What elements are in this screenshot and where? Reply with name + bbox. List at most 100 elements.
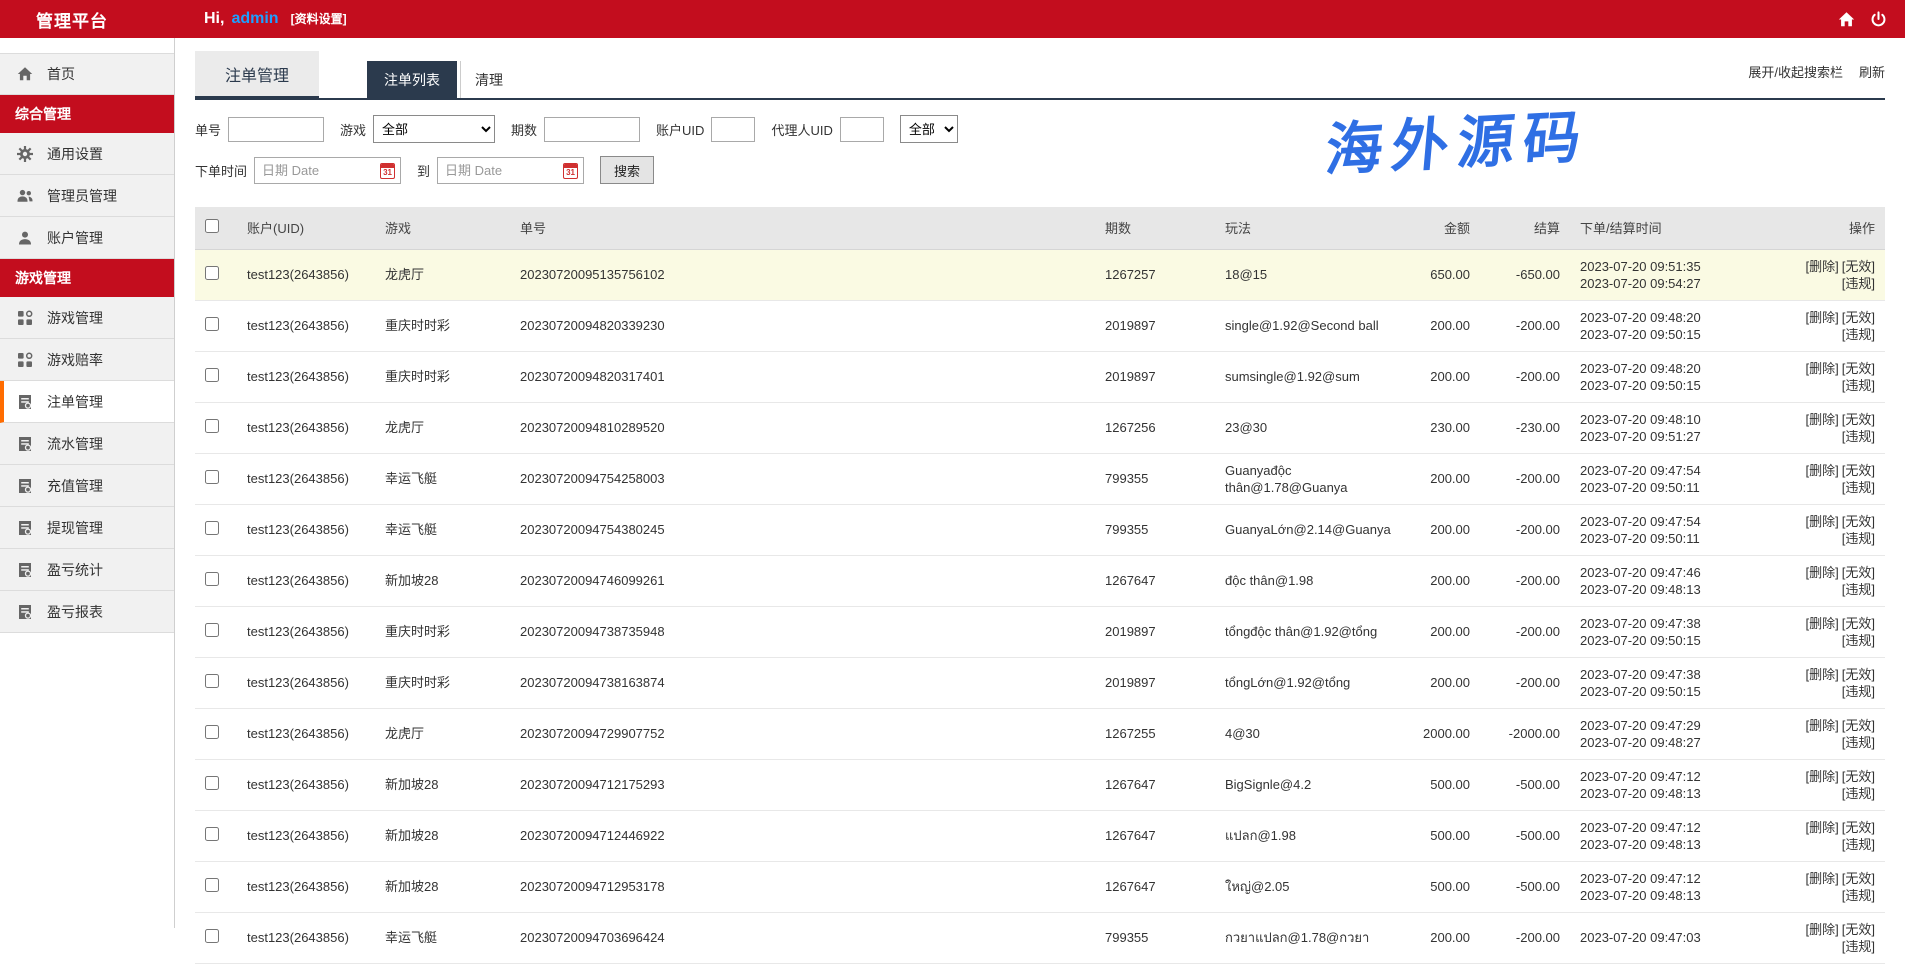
table-row: test123(2643856)龙虎厅202307200947299077521… [195, 708, 1885, 759]
row-checkbox[interactable] [205, 674, 219, 688]
row-checkbox[interactable] [205, 419, 219, 433]
sidebar-item[interactable]: 游戏赔率 [0, 339, 174, 381]
violation-link[interactable]: [违规] [1842, 582, 1875, 597]
tab-order-list[interactable]: 注单列表 [367, 61, 457, 98]
toggle-search-link[interactable]: 展开/收起搜索栏 [1748, 62, 1843, 81]
account-cell: test123(2643856) [237, 861, 375, 912]
calendar-icon[interactable]: 31 [563, 163, 578, 179]
period-cell: 1267647 [1095, 759, 1215, 810]
sidebar-item[interactable]: 充值管理 [0, 465, 174, 507]
row-checkbox[interactable] [205, 470, 219, 484]
violation-link[interactable]: [违规] [1842, 786, 1875, 801]
invalid-link[interactable]: [无效] [1842, 718, 1875, 733]
delete-link[interactable]: [删除] [1806, 361, 1839, 376]
invalid-link[interactable]: [无效] [1842, 412, 1875, 427]
home-icon[interactable] [1838, 11, 1855, 28]
delete-link[interactable]: [删除] [1806, 616, 1839, 631]
invalid-link[interactable]: [无效] [1842, 310, 1875, 325]
delete-link[interactable]: [删除] [1806, 871, 1839, 886]
profile-settings-link[interactable]: [资料设置] [291, 10, 347, 27]
search-button[interactable]: 搜索 [600, 156, 654, 184]
order-no-input[interactable] [228, 117, 324, 142]
select-all-checkbox[interactable] [205, 219, 219, 233]
row-checkbox[interactable] [205, 776, 219, 790]
invalid-link[interactable]: [无效] [1842, 616, 1875, 631]
date-from-input[interactable] [254, 157, 401, 184]
violation-link[interactable]: [违规] [1842, 684, 1875, 699]
delete-link[interactable]: [删除] [1806, 310, 1839, 325]
actions-cell: [删除][无效] [违规] [1760, 861, 1885, 912]
violation-link[interactable]: [违规] [1842, 378, 1875, 393]
delete-link[interactable]: [删除] [1806, 820, 1839, 835]
delete-link[interactable]: [删除] [1806, 667, 1839, 682]
sidebar-section-header[interactable]: 游戏管理 [0, 259, 174, 297]
row-checkbox[interactable] [205, 317, 219, 331]
sidebar-section-header[interactable]: 综合管理 [0, 95, 174, 133]
violation-link[interactable]: [违规] [1842, 429, 1875, 444]
sidebar-item[interactable]: 游戏管理 [0, 297, 174, 339]
row-checkbox[interactable] [205, 623, 219, 637]
users-icon [17, 188, 33, 204]
violation-link[interactable]: [违规] [1842, 531, 1875, 546]
row-checkbox[interactable] [205, 725, 219, 739]
calendar-icon[interactable]: 31 [380, 163, 395, 179]
delete-link[interactable]: [删除] [1806, 412, 1839, 427]
settle-cell: -200.00 [1480, 300, 1570, 351]
table-row: test123(2643856)幸运飞艇20230720094703696424… [195, 912, 1885, 963]
sidebar-item[interactable]: 账户管理 [0, 217, 174, 259]
delete-link[interactable]: [删除] [1806, 259, 1839, 274]
delete-link[interactable]: [删除] [1806, 463, 1839, 478]
row-checkbox[interactable] [205, 827, 219, 841]
period-cell: 2019897 [1095, 351, 1215, 402]
invalid-link[interactable]: [无效] [1842, 361, 1875, 376]
delete-link[interactable]: [删除] [1806, 922, 1839, 937]
sidebar-item[interactable]: 通用设置 [0, 133, 174, 175]
row-checkbox[interactable] [205, 521, 219, 535]
game-select[interactable]: 全部 [373, 115, 495, 143]
orders-table-container: 账户(UID)游戏单号期数玩法金额结算下单/结算时间操作 test123(264… [195, 207, 1885, 964]
violation-link[interactable]: [违规] [1842, 888, 1875, 903]
row-checkbox[interactable] [205, 929, 219, 943]
violation-link[interactable]: [违规] [1842, 735, 1875, 750]
invalid-link[interactable]: [无效] [1842, 667, 1875, 682]
sidebar-item[interactable]: 提现管理 [0, 507, 174, 549]
date-to-input[interactable] [437, 157, 584, 184]
agent-uid-input[interactable] [840, 117, 884, 142]
sidebar-item[interactable]: 盈亏报表 [0, 591, 174, 633]
row-checkbox[interactable] [205, 266, 219, 280]
sidebar-item[interactable]: 流水管理 [0, 423, 174, 465]
account-uid-input[interactable] [711, 117, 755, 142]
sidebar-item[interactable]: 管理员管理 [0, 175, 174, 217]
invalid-link[interactable]: [无效] [1842, 463, 1875, 478]
row-checkbox[interactable] [205, 368, 219, 382]
row-checkbox[interactable] [205, 572, 219, 586]
sidebar-item[interactable]: 首页 [0, 53, 174, 95]
violation-link[interactable]: [违规] [1842, 276, 1875, 291]
violation-link[interactable]: [违规] [1842, 837, 1875, 852]
violation-link[interactable]: [违规] [1842, 327, 1875, 342]
invalid-link[interactable]: [无效] [1842, 514, 1875, 529]
invalid-link[interactable]: [无效] [1842, 820, 1875, 835]
violation-link[interactable]: [违规] [1842, 480, 1875, 495]
power-icon[interactable] [1870, 11, 1887, 28]
sidebar-item[interactable]: 注单管理 [0, 381, 174, 423]
column-header: 操作 [1760, 207, 1885, 249]
sidebar-item[interactable]: 盈亏统计 [0, 549, 174, 591]
delete-link[interactable]: [删除] [1806, 718, 1839, 733]
violation-link[interactable]: [违规] [1842, 939, 1875, 954]
tab-cleanup[interactable]: 清理 [460, 61, 520, 98]
violation-link[interactable]: [违规] [1842, 633, 1875, 648]
refresh-link[interactable]: 刷新 [1859, 62, 1885, 81]
delete-link[interactable]: [删除] [1806, 514, 1839, 529]
invalid-link[interactable]: [无效] [1842, 769, 1875, 784]
invalid-link[interactable]: [无效] [1842, 565, 1875, 580]
delete-link[interactable]: [删除] [1806, 769, 1839, 784]
invalid-link[interactable]: [无效] [1842, 871, 1875, 886]
invalid-link[interactable]: [无效] [1842, 259, 1875, 274]
invalid-link[interactable]: [无效] [1842, 922, 1875, 937]
time-cell: 2023-07-20 09:47:122023-07-20 09:48:13 [1570, 861, 1760, 912]
row-checkbox[interactable] [205, 878, 219, 892]
status-select[interactable]: 全部 [900, 115, 958, 143]
period-input[interactable] [544, 117, 640, 142]
delete-link[interactable]: [删除] [1806, 565, 1839, 580]
